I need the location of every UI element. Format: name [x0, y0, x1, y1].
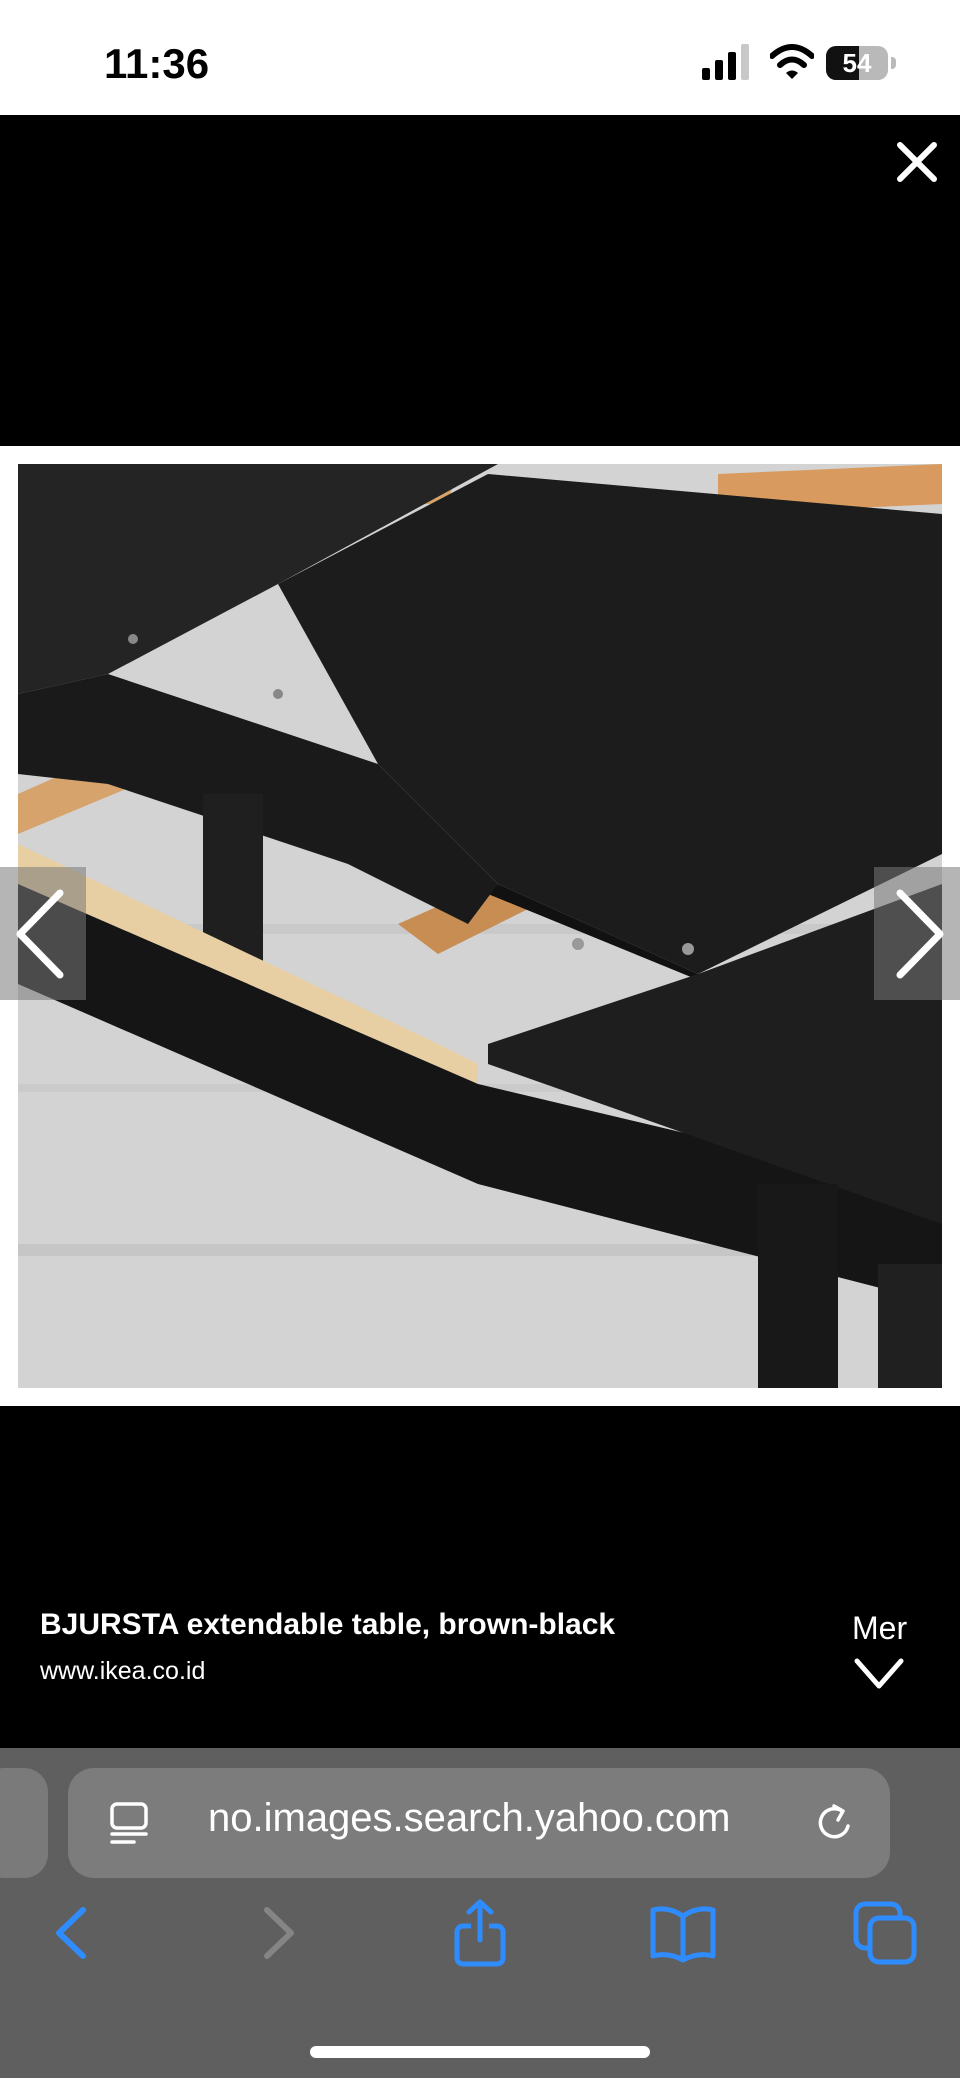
status-time: 11:36 [104, 40, 210, 87]
share-icon[interactable] [445, 1898, 515, 1968]
close-icon[interactable] [890, 135, 944, 189]
image-source[interactable]: www.ikea.co.id [40, 1657, 205, 1686]
page-menu-icon[interactable] [106, 1800, 152, 1846]
chevron-down-icon[interactable] [854, 1656, 904, 1692]
next-image-button[interactable] [874, 867, 960, 1000]
previous-image-button[interactable] [0, 867, 86, 1000]
forward-icon[interactable] [243, 1898, 313, 1968]
home-indicator [310, 2046, 650, 2058]
chevron-left-icon [16, 889, 64, 979]
address-bar[interactable]: no.images.search.yahoo.com [68, 1768, 890, 1878]
more-button[interactable]: Mer [852, 1610, 907, 1647]
image-title[interactable]: BJURSTA extendable table, brown-black [40, 1608, 615, 1642]
extendable-table-image [18, 464, 942, 1388]
cellular-signal-icon [702, 44, 749, 80]
browser-toolbar: no.images.search.yahoo.com [0, 1748, 960, 2078]
wifi-icon [770, 44, 814, 79]
previous-tab-preview[interactable] [0, 1768, 48, 1878]
address-url[interactable]: no.images.search.yahoo.com [208, 1796, 808, 1841]
battery-percent: 54 [842, 48, 872, 78]
chevron-right-icon [896, 889, 944, 979]
bookmarks-icon[interactable] [648, 1898, 718, 1968]
product-photo [0, 446, 960, 1406]
back-icon[interactable] [37, 1898, 107, 1968]
tabs-icon[interactable] [850, 1898, 920, 1968]
reload-icon[interactable] [812, 1800, 858, 1846]
status-bar: 11:36 54 [0, 0, 960, 115]
battery-icon: 54 [826, 46, 898, 80]
